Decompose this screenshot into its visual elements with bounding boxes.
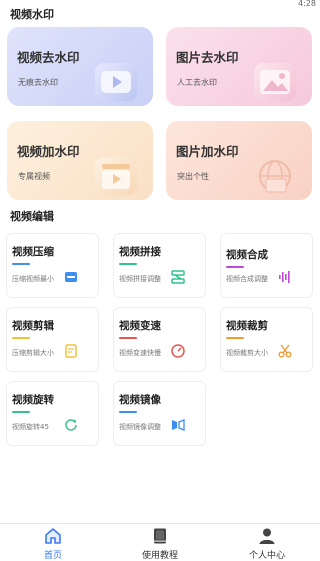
tool-subtitle: 视频旋转45 [12, 423, 49, 431]
tab-label: 使用教程 [141, 551, 178, 561]
card-image-add-watermark[interactable]: 图片加水印 突出个性 [166, 121, 312, 200]
tool-title: 视频裁剪 [226, 320, 268, 332]
tool-title: 视频旋转 [12, 394, 54, 406]
tool-title: 视频镜像 [119, 394, 161, 406]
tool-video-splice[interactable]: 视频拼接 视频拼接调整 [113, 233, 206, 298]
rotate-icon [65, 419, 77, 431]
tool-accent-bar [226, 266, 244, 268]
mirror-icon [172, 419, 185, 431]
video-play-icon [95, 63, 137, 101]
tool-accent-bar [119, 263, 137, 265]
status-time: 4:28 [298, 0, 316, 8]
tool-subtitle: 视频镜像调整 [119, 423, 161, 431]
video-clapper-icon [95, 157, 137, 195]
tool-subtitle: 视频拼接调整 [119, 275, 161, 283]
tool-title: 视频合成 [226, 249, 268, 261]
tool-accent-bar [12, 411, 30, 413]
card-title: 图片去水印 [176, 50, 239, 65]
splice-icon [171, 270, 185, 284]
globe-image-icon [254, 157, 296, 195]
tool-accent-bar [12, 263, 30, 265]
tool-accent-bar [12, 337, 30, 339]
home-icon [45, 528, 61, 544]
compress-icon [65, 272, 77, 282]
tool-title: 视频拼接 [119, 246, 161, 258]
tab-home[interactable]: 首页 [13, 524, 93, 561]
tool-video-edit[interactable]: 视频剪辑 压缩剪辑大小 [6, 307, 99, 372]
tool-accent-bar [119, 411, 137, 413]
card-title: 图片加水印 [176, 144, 239, 159]
card-video-remove-watermark[interactable]: 视频去水印 无痕去水印 [7, 27, 153, 106]
tool-title: 视频变速 [119, 320, 161, 332]
tool-video-mirror[interactable]: 视频镜像 视频镜像调整 [113, 381, 206, 446]
card-title: 视频加水印 [17, 144, 80, 159]
tab-label: 首页 [43, 551, 62, 561]
tool-title: 视频压缩 [12, 246, 54, 258]
tool-accent-bar [226, 337, 244, 339]
scissors-icon [278, 344, 292, 358]
tool-subtitle: 视频合成调整 [226, 275, 268, 283]
tool-video-merge[interactable]: 视频合成 视频合成调整 [220, 233, 313, 298]
user-icon [259, 528, 275, 544]
card-subtitle: 突出个性 [177, 172, 209, 181]
tool-video-rotate[interactable]: 视频旋转 视频旋转45 [6, 381, 99, 446]
tool-subtitle: 压缩剪辑大小 [12, 349, 54, 357]
editing-section-title: 视频编辑 [10, 210, 54, 223]
tab-tutorial[interactable]: 使用教程 [120, 524, 200, 561]
tool-video-speed[interactable]: 视频变速 视频变速快慢 [113, 307, 206, 372]
edit-doc-icon [65, 344, 77, 358]
tab-profile[interactable]: 个人中心 [227, 524, 307, 561]
tool-video-crop[interactable]: 视频裁剪 视频裁剪大小 [220, 307, 313, 372]
tool-subtitle: 视频变速快慢 [119, 349, 161, 357]
image-icon [254, 63, 296, 101]
card-subtitle: 专属视频 [18, 172, 50, 181]
card-subtitle: 人工去水印 [177, 78, 217, 87]
card-video-add-watermark[interactable]: 视频加水印 专属视频 [7, 121, 153, 200]
tool-subtitle: 压缩视频最小 [12, 275, 54, 283]
tool-title: 视频剪辑 [12, 320, 54, 332]
card-subtitle: 无痕去水印 [18, 78, 58, 87]
card-image-remove-watermark[interactable]: 图片去水印 人工去水印 [166, 27, 312, 106]
card-title: 视频去水印 [17, 50, 80, 65]
bottom-tab-bar: 首页 使用教程 个人中心 [0, 523, 320, 561]
tool-accent-bar [119, 337, 137, 339]
audio-wave-icon [279, 271, 290, 283]
tool-video-compress[interactable]: 视频压缩 压缩视频最小 [6, 233, 99, 298]
tab-label: 个人中心 [248, 551, 285, 561]
watermark-section-title: 视频水印 [10, 8, 54, 21]
book-icon [154, 528, 166, 544]
speed-gauge-icon [171, 344, 185, 358]
tool-subtitle: 视频裁剪大小 [226, 349, 268, 357]
